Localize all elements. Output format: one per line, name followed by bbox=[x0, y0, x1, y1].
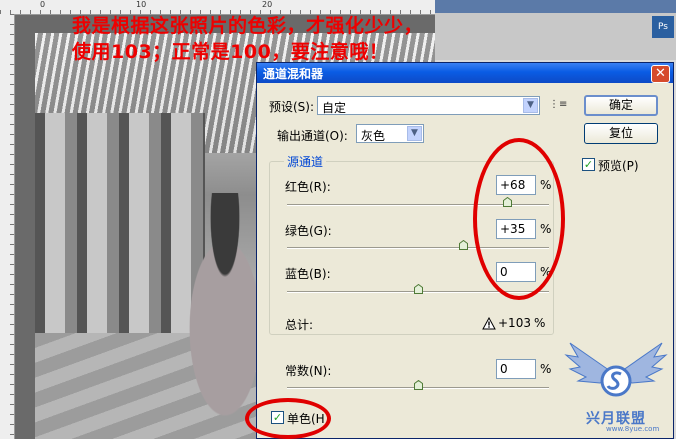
options-panel bbox=[435, 0, 676, 60]
green-slider-thumb[interactable] bbox=[459, 240, 469, 250]
preset-options-icon[interactable]: ⋮≡ bbox=[549, 99, 567, 111]
annotation-line-1: 我是根据这张照片的色彩，才强化少少， bbox=[72, 15, 424, 37]
ruler-label: 20 bbox=[262, 0, 273, 9]
constant-slider-thumb[interactable] bbox=[413, 380, 423, 390]
preset-value: 自定 bbox=[322, 101, 347, 115]
vertical-ruler bbox=[0, 14, 15, 439]
constant-value-input[interactable]: 0 bbox=[496, 359, 536, 379]
ruler-label: 10 bbox=[136, 0, 147, 9]
red-channel-label: 红色(R): bbox=[285, 180, 331, 194]
output-channel-value: 灰色 bbox=[361, 129, 386, 143]
annotation-line-2: 使用103；正常是100，要注意哦！ bbox=[72, 41, 389, 63]
constant-label: 常数(N): bbox=[285, 364, 332, 378]
chevron-down-icon: ▼ bbox=[407, 126, 422, 141]
chevron-down-icon: ▼ bbox=[523, 98, 538, 113]
dialog-title: 通道混和器 bbox=[263, 67, 324, 81]
warning-icon bbox=[482, 315, 496, 334]
close-button[interactable]: ✕ bbox=[651, 65, 670, 83]
dialog-titlebar[interactable]: 通道混和器 ✕ bbox=[257, 63, 673, 83]
green-channel-label: 绿色(G): bbox=[285, 224, 332, 238]
watermark-url: www.8yue.com bbox=[606, 425, 660, 433]
ok-button[interactable]: 确定 bbox=[584, 95, 658, 116]
constant-unit: % bbox=[540, 362, 552, 376]
blue-slider-thumb[interactable] bbox=[413, 284, 423, 294]
reset-button[interactable]: 复位 bbox=[584, 123, 658, 144]
preview-label: 预览(P) bbox=[598, 159, 639, 173]
photoshop-logo-icon: Ps bbox=[652, 16, 674, 38]
output-channel-select[interactable]: 灰色 ▼ bbox=[356, 124, 424, 143]
total-value: +103 bbox=[498, 316, 531, 330]
annotation-text: 我是根据这张照片的色彩，才强化少少， 使用103；正常是100，要注意哦！ bbox=[72, 13, 423, 65]
total-label: 总计: bbox=[285, 318, 314, 332]
preset-select[interactable]: 自定 ▼ bbox=[317, 96, 540, 115]
highlight-circle-monochrome bbox=[245, 398, 331, 439]
preset-label: 预设(S): bbox=[269, 100, 315, 114]
highlight-circle-values bbox=[473, 138, 565, 300]
source-channels-title: 源通道 bbox=[284, 153, 327, 170]
preview-checkbox[interactable]: ✓ bbox=[582, 158, 595, 171]
ruler-label: 0 bbox=[40, 0, 46, 9]
blue-channel-label: 蓝色(B): bbox=[285, 267, 331, 281]
total-unit: % bbox=[534, 316, 546, 330]
panel-strip bbox=[435, 0, 676, 13]
output-channel-label: 输出通道(O): bbox=[277, 129, 348, 143]
